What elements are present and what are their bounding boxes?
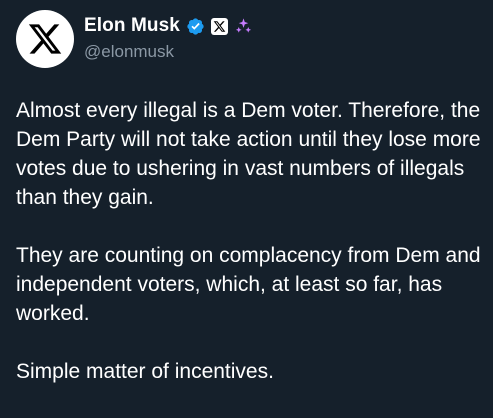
sparkle-icon [234,17,253,36]
tweet-paragraph: Simple matter of incentives. [16,360,274,383]
author-name-row: Elon Musk [84,13,253,39]
x-affiliate-icon [210,17,228,35]
tweet-paragraph: They are counting on complacency from De… [16,244,481,325]
author-handle[interactable]: @elonmusk [84,42,174,62]
tweet-card: Elon Musk @elonmusk Almost every illegal… [0,0,493,418]
avatar[interactable] [16,10,74,68]
tweet-paragraph: Almost every illegal is a Dem voter. The… [16,99,481,209]
verified-icon [186,17,205,36]
tweet-text: Almost every illegal is a Dem voter. The… [16,96,486,415]
x-logo-icon [28,24,62,54]
author-display-name[interactable]: Elon Musk [84,15,180,37]
